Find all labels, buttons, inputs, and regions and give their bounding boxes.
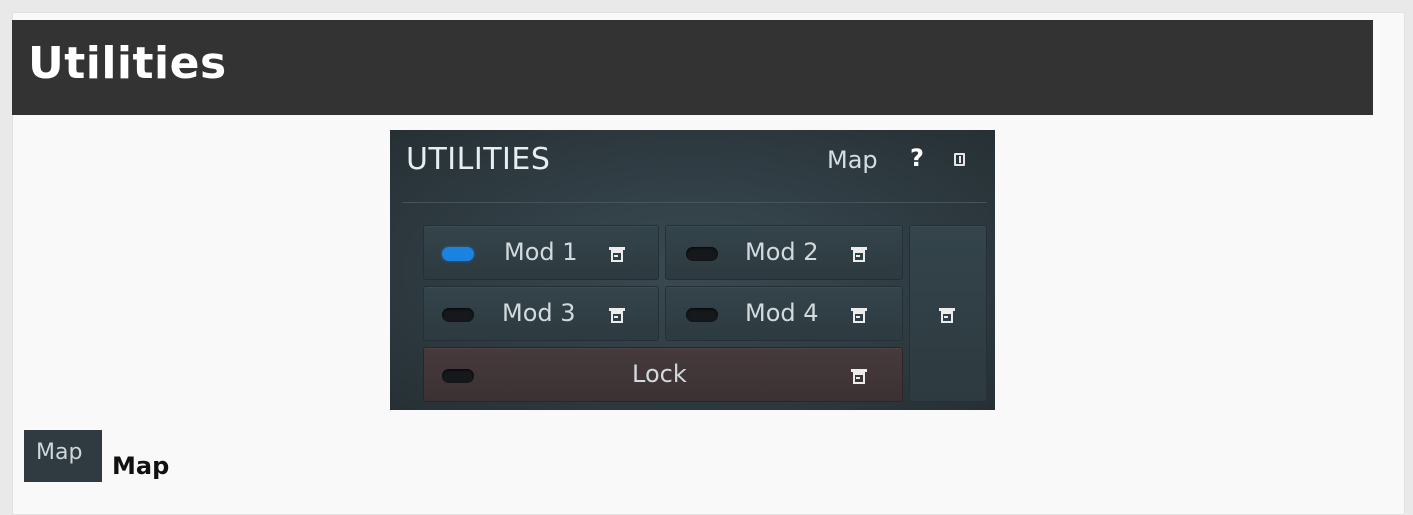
mod-4-button[interactable]: Mod 4 [665, 286, 903, 341]
mod-3-label: Mod 3 [502, 299, 576, 327]
lock-button[interactable]: Lock [423, 347, 903, 402]
mod-4-label: Mod 4 [745, 299, 819, 327]
help-icon[interactable]: ? [910, 144, 924, 172]
mod-2-button[interactable]: Mod 2 [665, 225, 903, 280]
mod-3-button[interactable]: Mod 3 [423, 286, 659, 341]
map-chip: Map [24, 430, 102, 482]
mod-3-led[interactable] [442, 308, 474, 322]
lock-led[interactable] [442, 369, 474, 383]
page-title: Utilities [28, 38, 227, 89]
mod-4-menu-icon[interactable] [851, 308, 867, 323]
mod-2-label: Mod 2 [745, 238, 819, 266]
panel-divider [402, 202, 987, 203]
panel-title: UTILITIES [406, 142, 551, 177]
all-mods-menu-button[interactable] [909, 225, 987, 402]
mod-1-button[interactable]: Mod 1 [423, 225, 659, 280]
mod-4-led[interactable] [686, 308, 718, 322]
mod-1-led[interactable] [442, 247, 474, 261]
collapse-icon[interactable] [954, 153, 965, 166]
all-mods-menu-icon[interactable] [939, 308, 955, 323]
mod-2-menu-icon[interactable] [851, 247, 867, 262]
mod-2-led[interactable] [686, 247, 718, 261]
mod-1-menu-icon[interactable] [609, 247, 625, 262]
utilities-panel: UTILITIES Map ? Mod 1 Mod 2 Mod 3 Mod 4 … [390, 130, 995, 410]
map-section-heading: Map [112, 452, 170, 480]
map-button[interactable]: Map [827, 146, 878, 174]
mod-3-menu-icon[interactable] [609, 308, 625, 323]
page-header: Utilities [12, 20, 1373, 115]
map-chip-label: Map [36, 440, 83, 465]
lock-menu-icon[interactable] [851, 369, 867, 384]
mod-1-label: Mod 1 [504, 238, 578, 266]
lock-label: Lock [632, 360, 687, 388]
